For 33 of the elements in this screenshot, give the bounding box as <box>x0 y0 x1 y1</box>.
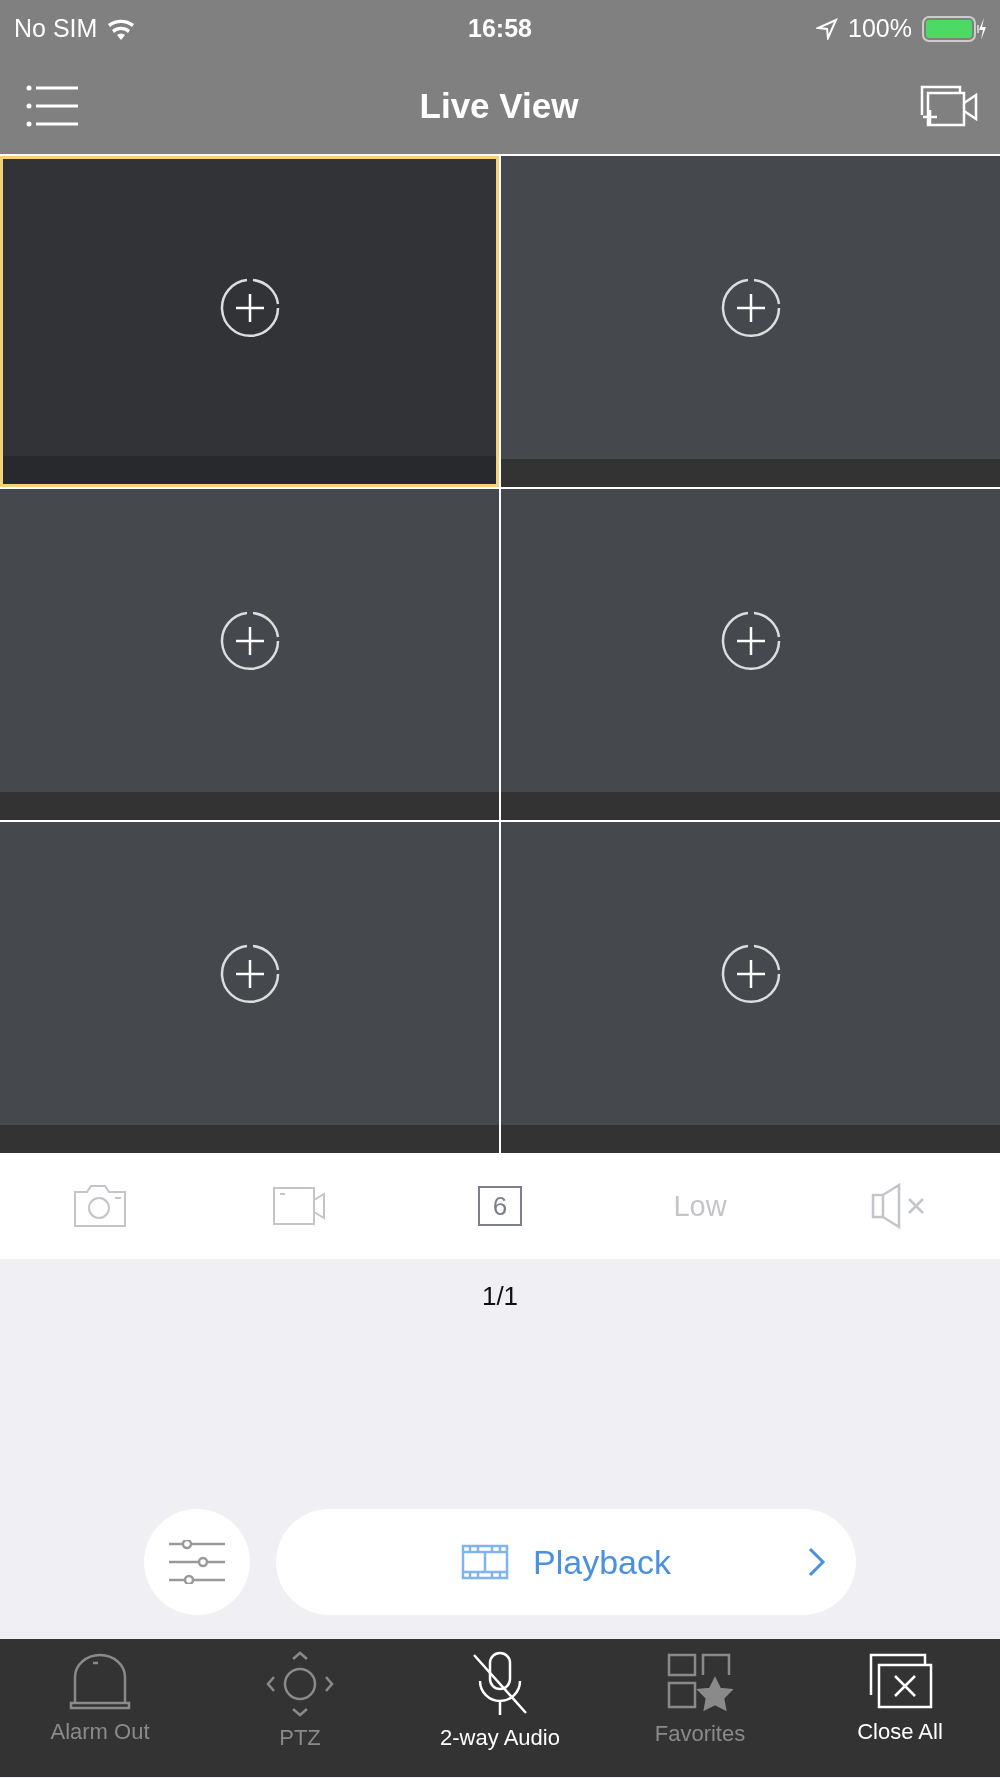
battery-charging-icon <box>922 15 986 42</box>
video-tile[interactable] <box>0 489 499 820</box>
clock-text: 16:58 <box>468 14 532 43</box>
tab-bar-item[interactable]: 2-way Audio <box>400 1639 600 1777</box>
add-camera-icon[interactable] <box>720 943 781 1004</box>
add-camera-icon[interactable] <box>219 610 280 671</box>
alarm-light-icon <box>69 1651 131 1711</box>
tab-bar-item[interactable]: Close All <box>800 1639 1000 1777</box>
battery-percent: 100% <box>848 14 912 43</box>
chevron-right-icon <box>808 1547 826 1577</box>
location-arrow-icon <box>816 17 839 40</box>
playback-button[interactable]: Playback <box>276 1509 856 1615</box>
video-tile[interactable] <box>0 156 499 487</box>
wifi-icon <box>107 17 136 40</box>
menu-icon[interactable] <box>26 84 78 127</box>
film-strip-icon <box>461 1544 509 1580</box>
sliders-icon <box>167 1540 227 1584</box>
video-tile[interactable] <box>501 156 1000 487</box>
add-camera-icon[interactable] <box>219 277 280 338</box>
page-title: Live View <box>419 85 579 126</box>
video-tile[interactable] <box>501 489 1000 820</box>
add-camera-icon[interactable] <box>720 610 781 671</box>
add-camera-window-icon[interactable] <box>920 84 978 127</box>
carrier-text: No SIM <box>14 14 98 43</box>
add-camera-icon[interactable] <box>720 277 781 338</box>
add-camera-icon[interactable] <box>219 943 280 1004</box>
favorites-grid-icon <box>667 1651 733 1713</box>
window-count-button[interactable]: 6 <box>478 1186 522 1226</box>
video-tile[interactable] <box>501 822 1000 1153</box>
video-tile[interactable] <box>0 822 499 1153</box>
page-indicator: 1/1 <box>481 1281 519 1312</box>
mic-off-icon <box>470 1651 530 1717</box>
ptz-control-icon <box>266 1651 334 1717</box>
